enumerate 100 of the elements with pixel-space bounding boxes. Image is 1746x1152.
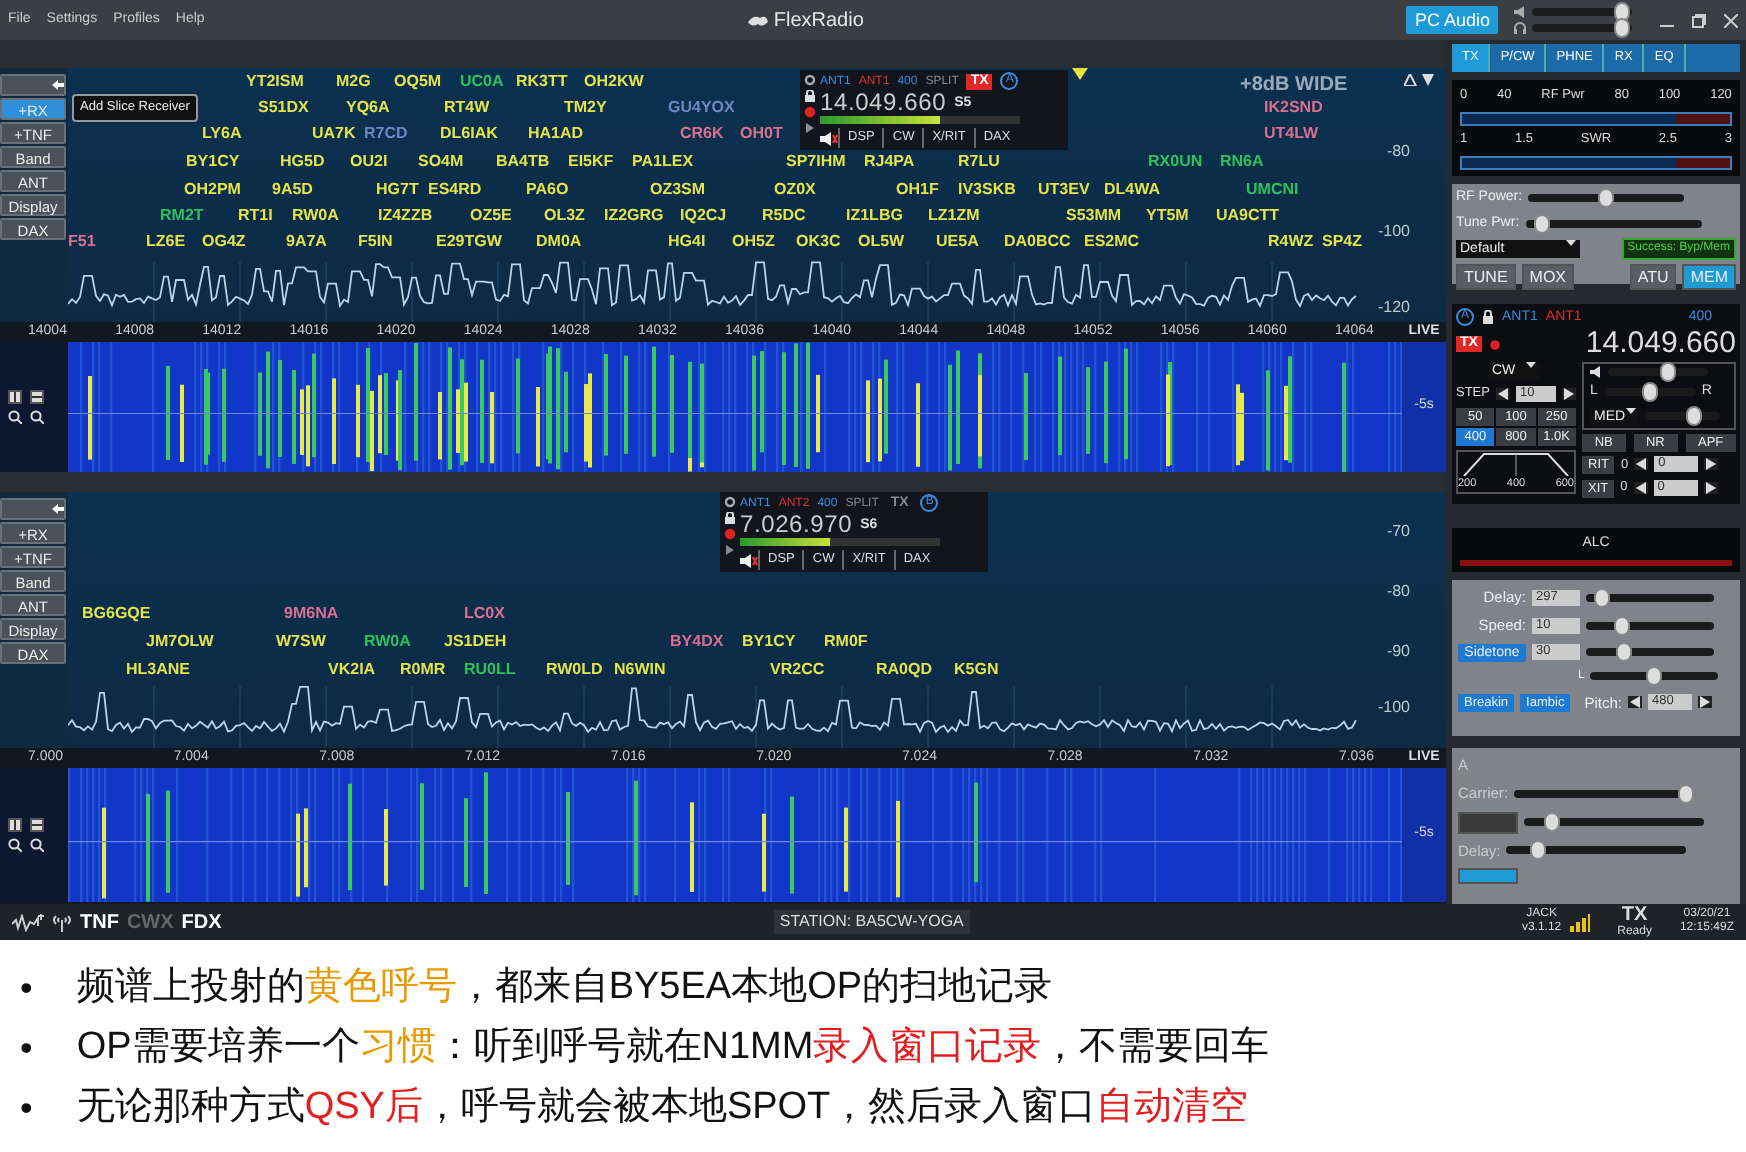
spot-callsign[interactable]: RT1I bbox=[238, 206, 273, 226]
frequency-display[interactable]: 14.049.660 bbox=[1585, 328, 1736, 360]
spot-callsign[interactable]: RX0UN bbox=[1148, 152, 1203, 172]
tx-control-button[interactable]: MOX bbox=[1521, 264, 1575, 290]
spot-callsign[interactable]: OZ0X bbox=[774, 180, 816, 200]
spot-callsign[interactable]: E29TGW bbox=[436, 232, 502, 252]
spot-callsign[interactable]: RA0QD bbox=[876, 660, 933, 680]
slider[interactable] bbox=[1586, 648, 1714, 656]
restore-icon[interactable] bbox=[1691, 13, 1706, 27]
slider[interactable] bbox=[1586, 593, 1714, 602]
split-view-icon[interactable] bbox=[8, 390, 22, 404]
step-button[interactable] bbox=[1562, 387, 1576, 400]
spot-callsign[interactable]: VR2CC bbox=[770, 660, 825, 680]
spot-callsign[interactable]: R4WZ bbox=[1268, 232, 1314, 252]
spot-callsign[interactable]: LY6A bbox=[202, 124, 242, 144]
spot-callsign[interactable]: JM7OLW bbox=[146, 632, 214, 652]
spot-callsign[interactable]: CR6K bbox=[680, 124, 724, 144]
slider-thumb[interactable] bbox=[1613, 615, 1630, 636]
spot-callsign[interactable]: RW0LD bbox=[546, 660, 603, 680]
spot-callsign[interactable]: RT4W bbox=[444, 98, 490, 118]
speaker-icon[interactable] bbox=[1590, 366, 1602, 378]
settings-icon[interactable] bbox=[804, 74, 816, 86]
spot-callsign[interactable]: RM0F bbox=[824, 632, 868, 652]
spot-callsign[interactable]: OG4Z bbox=[202, 232, 246, 252]
slider[interactable] bbox=[1603, 388, 1696, 397]
slider[interactable] bbox=[1524, 818, 1704, 826]
spot-callsign[interactable]: GU4YOX bbox=[668, 98, 735, 118]
spot-callsign[interactable]: LZ1ZM bbox=[928, 206, 980, 226]
play-icon[interactable] bbox=[724, 544, 736, 556]
lock-icon[interactable] bbox=[724, 512, 736, 524]
spot-callsign[interactable]: DL4WA bbox=[1104, 180, 1160, 200]
collapse-button[interactable] bbox=[0, 498, 66, 520]
spot-callsign[interactable]: RJ4PA bbox=[864, 152, 915, 172]
zoom-out-icon[interactable] bbox=[30, 838, 44, 852]
spot-callsign[interactable]: LC0X bbox=[464, 604, 505, 624]
frequency-display[interactable]: 7.026.970 bbox=[740, 512, 853, 538]
spot-callsign[interactable]: OK3C bbox=[796, 232, 841, 252]
spot-callsign[interactable]: UT4LW bbox=[1264, 124, 1319, 144]
spot-callsign[interactable]: OH0T bbox=[740, 124, 783, 144]
spot-callsign[interactable]: 9A5D bbox=[272, 180, 313, 200]
settings-icon[interactable] bbox=[724, 496, 736, 508]
spot-callsign[interactable]: R0MR bbox=[400, 660, 446, 680]
split-view-icon[interactable] bbox=[30, 818, 44, 832]
spot-callsign[interactable]: SP4Z bbox=[1322, 232, 1363, 252]
spot-callsign[interactable]: DL6IAK bbox=[440, 124, 498, 144]
spot-callsign[interactable]: OL5W bbox=[858, 232, 905, 252]
spot-callsign[interactable]: IQ2CJ bbox=[680, 206, 727, 226]
spot-callsign[interactable]: OH1F bbox=[896, 180, 939, 200]
step-button[interactable] bbox=[1703, 482, 1718, 495]
spot-callsign[interactable]: RW0A bbox=[292, 206, 339, 226]
spot-callsign[interactable]: RK3TT bbox=[516, 72, 568, 92]
status-toggle[interactable]: TNF bbox=[80, 907, 119, 937]
spot-callsign[interactable]: UA7K bbox=[312, 124, 356, 144]
spot-callsign[interactable]: OQ5M bbox=[394, 72, 442, 92]
spot-callsign[interactable]: S53MM bbox=[1066, 206, 1122, 226]
tx-control-button[interactable]: ATU bbox=[1629, 264, 1677, 290]
spot-callsign[interactable]: OU2I bbox=[350, 152, 388, 172]
slider-thumb[interactable] bbox=[1598, 188, 1615, 209]
spot-callsign[interactable]: OH5Z bbox=[732, 232, 775, 252]
spot-callsign[interactable]: 9A7A bbox=[286, 232, 327, 252]
spot-callsign[interactable]: LZ6E bbox=[146, 232, 186, 252]
spot-callsign[interactable]: JS1DEH bbox=[444, 632, 507, 652]
slider-thumb[interactable] bbox=[1534, 213, 1551, 234]
spot-callsign[interactable]: BG6GQE bbox=[82, 604, 151, 624]
waveform-icon[interactable] bbox=[12, 913, 44, 931]
antenna-icon[interactable] bbox=[52, 913, 72, 931]
spot-callsign[interactable]: ES2MC bbox=[1084, 232, 1140, 252]
spot-callsign[interactable]: VK2IA bbox=[328, 660, 376, 680]
spot-callsign[interactable]: R5DC bbox=[762, 206, 806, 226]
spot-callsign[interactable]: SO4M bbox=[418, 152, 464, 172]
slider[interactable] bbox=[1506, 846, 1687, 855]
spot-callsign[interactable]: YT2ISM bbox=[246, 72, 304, 92]
spot-callsign[interactable]: OZ5E bbox=[470, 206, 512, 226]
step-button[interactable] bbox=[1697, 696, 1712, 709]
slider-thumb[interactable] bbox=[1593, 587, 1610, 608]
slider-thumb[interactable] bbox=[1685, 406, 1702, 426]
spot-callsign[interactable]: IK2SND bbox=[1264, 98, 1323, 118]
step-button[interactable] bbox=[1627, 696, 1642, 709]
spot-callsign[interactable]: RU0LL bbox=[464, 660, 516, 680]
spot-callsign[interactable]: M2G bbox=[336, 72, 371, 92]
slider-thumb[interactable] bbox=[1543, 812, 1559, 832]
spot-callsign[interactable]: RM2T bbox=[160, 206, 204, 226]
spot-callsign[interactable]: TM2Y bbox=[564, 98, 607, 118]
tx-control-button[interactable]: TUNE bbox=[1456, 264, 1516, 290]
lock-icon[interactable] bbox=[1482, 310, 1494, 324]
control-button[interactable] bbox=[1458, 811, 1518, 833]
spot-callsign[interactable]: OH2PM bbox=[184, 180, 241, 200]
spot-callsign[interactable]: IZ2GRG bbox=[604, 206, 664, 226]
spot-callsign[interactable]: DM0A bbox=[536, 232, 582, 252]
status-toggle[interactable]: FDX bbox=[181, 907, 222, 937]
spot-callsign[interactable]: UT3EV bbox=[1038, 180, 1090, 200]
spot-callsign[interactable]: S51DX bbox=[258, 98, 309, 118]
spot-callsign[interactable]: 9M6NA bbox=[284, 604, 339, 624]
split-view-icon[interactable] bbox=[8, 818, 22, 832]
spot-callsign[interactable]: YQ6A bbox=[346, 98, 390, 118]
slider-thumb[interactable] bbox=[1530, 840, 1547, 861]
slider-thumb[interactable] bbox=[1646, 666, 1663, 686]
frequency-display[interactable]: 14.049.660 bbox=[820, 90, 947, 116]
spot-callsign[interactable]: IV3SKB bbox=[958, 180, 1016, 200]
slider-thumb[interactable] bbox=[1616, 642, 1633, 662]
